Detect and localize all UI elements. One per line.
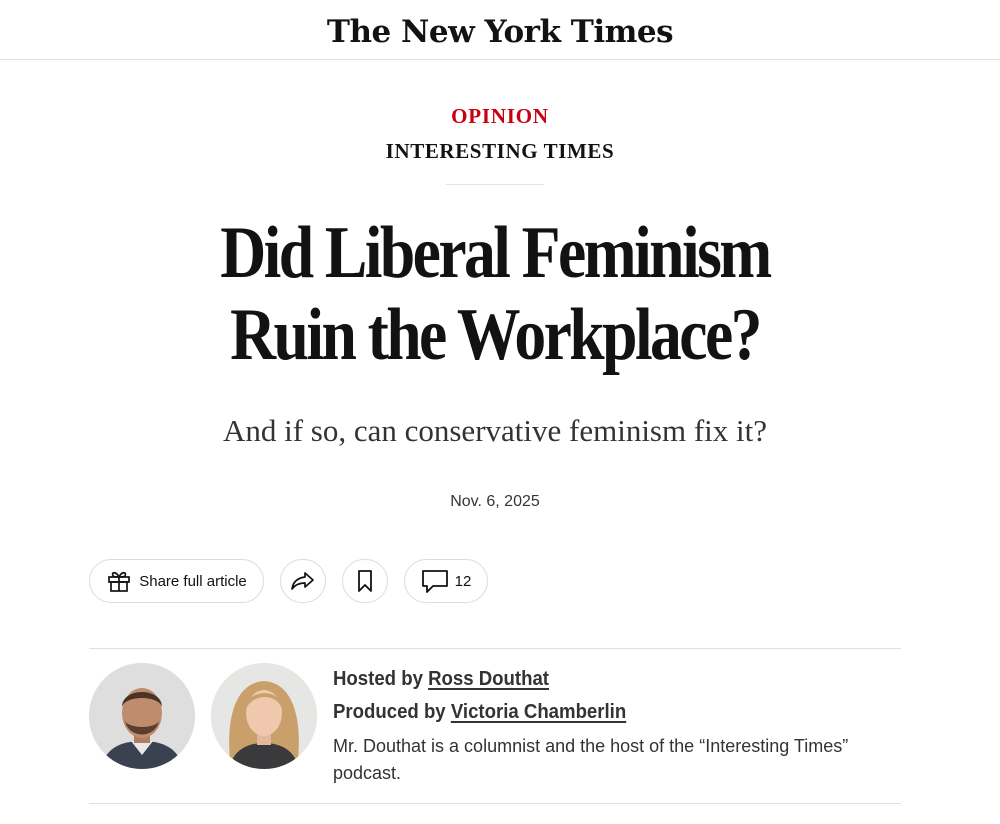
share-arrow-icon: [291, 572, 314, 590]
divider: [89, 803, 901, 804]
summary-dek: And if so, can conservative feminism fix…: [222, 413, 768, 448]
bookmark-icon: [358, 570, 372, 592]
nyt-logo[interactable]: The New York Times: [327, 14, 674, 50]
author-bio: Mr. Douthat is a columnist and the host …: [333, 736, 849, 783]
comment-count: 12: [454, 572, 472, 590]
avatar: [89, 663, 195, 769]
producer-prefix: Produced by: [333, 701, 446, 723]
host-name-link[interactable]: Ross Douthat: [428, 668, 549, 690]
section-label[interactable]: OPINION: [0, 104, 1000, 129]
headline-line-2: Ruin the Workplace?: [230, 294, 762, 376]
headline-line-1: Did Liberal Feminism: [220, 212, 772, 294]
host-prefix: Hosted by: [333, 668, 423, 690]
comments-button[interactable]: 12: [404, 559, 488, 603]
producer-name-link[interactable]: Victoria Chamberlin: [451, 701, 626, 723]
comment-icon: [421, 570, 448, 593]
host-credit: Hosted by Ross Douthat: [333, 668, 549, 691]
gift-icon: [108, 571, 131, 592]
divider: [446, 184, 544, 185]
share-label: Share full article: [139, 572, 247, 590]
share-full-article-button[interactable]: Share full article: [89, 559, 264, 603]
column-name[interactable]: INTERESTING TIMES: [0, 139, 1000, 164]
producer-credit: Produced by Victoria Chamberlin: [333, 701, 626, 724]
publish-date: Nov. 6, 2025: [450, 493, 540, 510]
divider: [89, 648, 901, 649]
avatar: [211, 663, 317, 769]
headline: Did Liberal Feminism Ruin the Workplace?: [198, 212, 791, 376]
share-button[interactable]: [280, 559, 326, 603]
masthead: The New York Times: [0, 0, 1000, 60]
save-button[interactable]: [342, 559, 388, 603]
